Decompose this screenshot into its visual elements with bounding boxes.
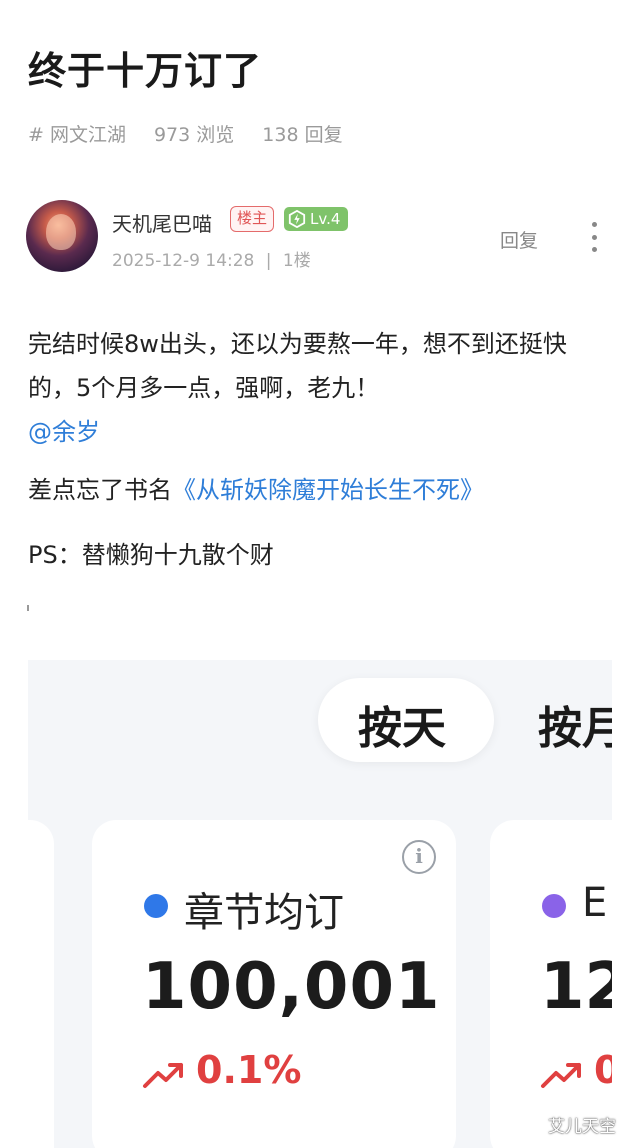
trend-up-icon [143,1063,183,1088]
stat-card-partial-left [28,820,54,1148]
level-badge: Lv.4 [284,207,349,231]
stat-change: 0.1% [196,1048,302,1092]
level-icon [288,210,306,228]
view-count: 973 浏览 [153,124,235,146]
post-tag[interactable]: # 网文江湖 [28,120,126,147]
book-line: 差点忘了书名《从斩妖除魔开始长生不死》 [28,470,484,505]
book-line-prefix: 差点忘了书名 [28,476,172,504]
author-name[interactable]: 天机尾巴喵 [112,208,212,237]
stat-card-partial-right: E 12 0 [490,820,612,1148]
stat-label: E [582,880,608,926]
reply-count: 138 回复 [262,124,343,146]
tab-by-month[interactable]: 按月 [538,692,612,756]
stat-card-chapter-avg: i 章节均订 100,001 0.1% [92,820,456,1148]
post-time: 2025-12-9 14:28 | 1楼 [112,246,311,271]
more-options-icon[interactable] [588,222,600,252]
embedded-screenshot[interactable]: 按天 按月 i 章节均订 100,001 0.1% E 12 0 [28,660,612,1148]
book-title-link[interactable]: 《从斩妖除魔开始长生不死》 [172,476,484,504]
stat-value: 100,001 [142,950,441,1024]
divider-mark [27,605,29,611]
trend-up-icon [541,1063,581,1088]
author-row: 天机尾巴喵 楼主 Lv.4 2025-12-9 14:28 | 1楼 回复 [26,200,616,274]
legend-dot [542,894,566,918]
post-title: 终于十万订了 [28,49,263,93]
separator: | [265,251,272,271]
watermark: 艾儿天空 [548,1117,616,1137]
post-body: 完结时候8w出头，还以为要熬一年，想不到还挺快的，5个月多一点，强啊，老九！ @… [28,322,608,454]
owner-badge: 楼主 [230,206,275,232]
avatar[interactable] [26,200,98,272]
legend-dot [144,894,168,918]
stat-value: 12 [540,950,612,1024]
floor-number: 1楼 [282,251,311,271]
info-icon[interactable]: i [402,840,436,874]
level-text: Lv.4 [310,210,341,228]
stat-change: 0 [594,1048,612,1092]
post-date: 2025-12-9 14:28 [112,251,255,271]
stat-label: 章节均订 [184,890,344,936]
body-paragraph: 完结时候8w出头，还以为要熬一年，想不到还挺快的，5个月多一点，强啊，老九！ [28,330,567,402]
tab-by-day[interactable]: 按天 [358,692,446,756]
ps-line: PS：替懒狗十九散个财 [28,541,274,569]
reply-button[interactable]: 回复 [500,226,538,253]
mention-link[interactable]: @余岁 [28,418,100,446]
post-meta: # 网文江湖 973 浏览 138 回复 [28,120,343,147]
